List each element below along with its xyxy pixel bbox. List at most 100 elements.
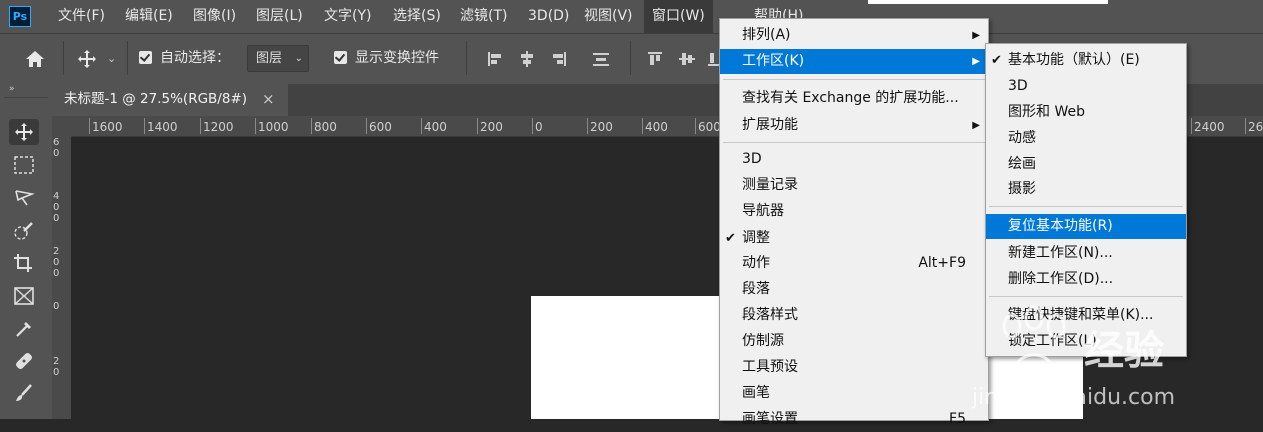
- ruler-label: 0: [535, 120, 543, 134]
- ruler-label: 0: [53, 257, 60, 268]
- options-separator: [63, 41, 64, 75]
- menu-item-paragraph[interactable]: 段落: [720, 277, 988, 302]
- menu-item-find-extensions[interactable]: 查找有关 Exchange 的扩展功能...: [720, 86, 988, 111]
- workspace-item-graphic-web[interactable]: 图形和 Web: [986, 100, 1186, 125]
- workspace-item-photography[interactable]: 摄影: [986, 177, 1186, 202]
- menu-item-actions[interactable]: 动作 Alt+F9: [720, 251, 988, 276]
- document-tab[interactable]: 未标题-1 @ 27.5%(RGB/8#): [52, 84, 288, 116]
- ruler-tick: [311, 118, 312, 134]
- ruler-tick: [1245, 118, 1246, 134]
- menu-layer[interactable]: 图层(L): [248, 0, 311, 33]
- menu-item-label: 3D: [1008, 78, 1028, 94]
- marquee-tool-icon[interactable]: [9, 152, 39, 178]
- ruler-label: 2: [53, 356, 60, 367]
- menu-item-navigator[interactable]: 导航器: [720, 199, 988, 224]
- workspace-item-3d[interactable]: 3D: [986, 74, 1186, 99]
- panel-collapse-icon[interactable]: »: [9, 84, 29, 94]
- ruler-label: 0: [53, 367, 60, 378]
- ruler-label: 2600: [1248, 120, 1263, 134]
- menu-item-label: 删除工作区(D)...: [1008, 271, 1114, 287]
- show-transform-checkbox[interactable]: [334, 51, 347, 64]
- align-top-icon[interactable]: [646, 50, 664, 68]
- ruler-tick: [532, 118, 533, 134]
- ruler-tick: [477, 118, 478, 134]
- menu-item-shortcut: Alt+F9: [918, 255, 966, 271]
- menu-item-measurement-log[interactable]: 测量记录: [720, 173, 988, 198]
- menu-item-label: 3D: [742, 151, 762, 167]
- workspace-item-essentials[interactable]: ✔ 基本功能（默认）(E): [986, 48, 1186, 73]
- menu-item-adjustments[interactable]: ✔ 调整: [720, 226, 988, 251]
- menu-item-label: 新建工作区(N)...: [1008, 245, 1113, 261]
- workspace-item-reset[interactable]: 复位基本功能(R): [986, 214, 1186, 239]
- menu-item-label: 段落: [742, 281, 770, 297]
- watermark-url: jingyan.baidu.com: [972, 385, 1175, 410]
- crop-tool-icon[interactable]: [9, 250, 39, 276]
- show-transform-label: 显示变换控件: [355, 50, 439, 66]
- menubar-right-area: [868, 0, 1108, 4]
- menu-item-label: 画笔设置: [742, 411, 798, 427]
- menu-item-workspace[interactable]: 工作区(K) ▶: [720, 49, 988, 74]
- align-right-icon[interactable]: [550, 50, 568, 68]
- ruler-tick: [366, 118, 367, 134]
- menu-item-label: 导航器: [742, 203, 784, 219]
- menu-select[interactable]: 选择(S): [385, 0, 449, 33]
- align-middle-icon[interactable]: [678, 50, 696, 68]
- align-left-icon[interactable]: [486, 50, 504, 68]
- ruler-label: 400: [424, 120, 447, 134]
- chevron-down-icon: ⌄: [294, 53, 303, 64]
- menu-filter[interactable]: 滤镜(T): [452, 0, 515, 33]
- home-icon[interactable]: [22, 48, 48, 70]
- frame-tool-icon[interactable]: [9, 283, 39, 309]
- close-icon[interactable]: ×: [262, 84, 282, 116]
- menu-type[interactable]: 文字(Y): [316, 0, 379, 33]
- workspace-item-delete[interactable]: 删除工作区(D)...: [986, 267, 1186, 292]
- menu-image[interactable]: 图像(I): [185, 0, 244, 33]
- ruler-tick: [695, 118, 696, 134]
- menu-item-label: 工具预设: [742, 359, 798, 375]
- menu-item-arrange[interactable]: 排列(A) ▶: [720, 23, 988, 48]
- eyedropper-tool-icon[interactable]: [9, 315, 39, 341]
- auto-select-target-dropdown[interactable]: 图层 ⌄: [247, 45, 309, 72]
- ruler-tick: [200, 118, 201, 134]
- workspace-item-new[interactable]: 新建工作区(N)...: [986, 241, 1186, 266]
- tool-preset-chevron-icon[interactable]: ⌄: [107, 52, 116, 65]
- menu-3d[interactable]: 3D(D): [520, 0, 577, 33]
- checkmark-icon: ✔: [991, 53, 1002, 68]
- ruler-tick: [642, 118, 643, 134]
- lasso-tool-icon[interactable]: [9, 185, 39, 211]
- menu-item-label: 扩展功能: [742, 117, 798, 133]
- menu-item-clone-source[interactable]: 仿制源: [720, 329, 988, 354]
- ruler-label: 800: [314, 120, 337, 134]
- menu-item-brush-settings[interactable]: 画笔设置 F5: [720, 407, 988, 432]
- menu-edit[interactable]: 编辑(E): [117, 0, 181, 33]
- menu-window[interactable]: 窗口(W): [644, 0, 713, 33]
- align-center-icon[interactable]: [518, 50, 536, 68]
- menu-item-label: 测量记录: [742, 177, 798, 193]
- workspace-item-motion[interactable]: 动感: [986, 126, 1186, 151]
- quick-selection-tool-icon[interactable]: [9, 218, 39, 244]
- photoshop-logo-icon[interactable]: Ps: [9, 6, 31, 27]
- ruler-label: 1200: [203, 120, 234, 134]
- menu-item-paragraph-styles[interactable]: 段落样式: [720, 303, 988, 328]
- menu-item-label: 动感: [1008, 130, 1036, 146]
- menu-item-tool-presets[interactable]: 工具预设: [720, 355, 988, 380]
- submenu-arrow-icon: ▶: [972, 30, 980, 41]
- ruler-label: 600: [698, 120, 721, 134]
- move-tool-icon[interactable]: [76, 49, 98, 69]
- workspace-item-painting[interactable]: 绘画: [986, 152, 1186, 177]
- distribute-icon[interactable]: [592, 50, 610, 68]
- auto-select-checkbox[interactable]: [139, 51, 152, 64]
- ruler-label: 1400: [147, 120, 178, 134]
- menu-item-3d[interactable]: 3D: [720, 147, 988, 172]
- menu-item-label: 仿制源: [742, 333, 784, 349]
- healing-brush-tool-icon[interactable]: [9, 348, 39, 374]
- options-separator: [127, 41, 128, 75]
- menu-file[interactable]: 文件(F): [50, 0, 113, 33]
- menu-item-brushes[interactable]: 画笔: [720, 381, 988, 406]
- menu-view[interactable]: 视图(V): [576, 0, 641, 33]
- brush-tool-icon[interactable]: [9, 380, 39, 406]
- move-tool-icon[interactable]: [9, 119, 39, 145]
- menu-item-extensions[interactable]: 扩展功能 ▶: [720, 113, 988, 138]
- menu-item-label: 摄影: [1008, 181, 1036, 197]
- menu-separator: [989, 206, 1183, 207]
